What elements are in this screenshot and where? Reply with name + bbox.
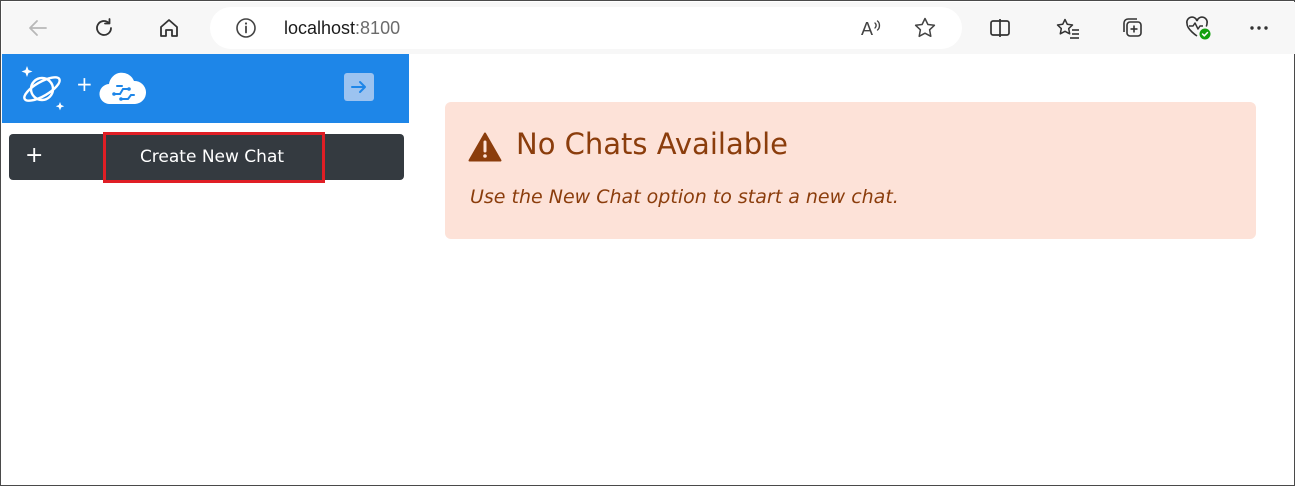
create-new-chat-button[interactable]: + Create New Chat [9, 134, 404, 180]
plus-icon: + [25, 143, 44, 168]
svg-text:A: A [861, 19, 873, 39]
browser-essentials-icon[interactable] [1180, 10, 1216, 46]
url-text[interactable]: localhost:8100 [284, 18, 400, 39]
logo-plus: + [76, 72, 93, 96]
collections-icon[interactable] [1115, 10, 1151, 46]
info-icon[interactable] [234, 16, 258, 45]
favorites-icon[interactable] [1050, 10, 1086, 46]
split-screen-icon[interactable] [982, 10, 1018, 46]
more-icon[interactable] [1241, 10, 1277, 46]
alert-title: No Chats Available [516, 127, 789, 161]
arrow-right-icon [351, 81, 366, 93]
refresh-icon[interactable] [86, 10, 122, 46]
planet-logo-icon [18, 62, 70, 119]
read-aloud-icon[interactable]: A [858, 15, 884, 46]
star-icon[interactable] [912, 15, 938, 46]
collapse-sidebar-button[interactable] [344, 73, 374, 101]
alert-message: Use the New Chat option to start a new c… [470, 186, 899, 208]
url-host: localhost [284, 18, 356, 38]
cloud-logo-icon [98, 70, 147, 113]
sidebar-header: + [2, 54, 409, 123]
browser-window: localhost:8100 A + + Create New Chat No … [0, 0, 1295, 486]
url-port: :8100 [355, 18, 401, 38]
create-new-chat-label: Create New Chat [139, 147, 285, 167]
home-icon[interactable] [151, 10, 187, 46]
address-bar[interactable]: localhost:8100 A [210, 7, 962, 49]
no-chats-alert: No Chats Available Use the New Chat opti… [445, 102, 1256, 239]
browser-toolbar: localhost:8100 A [2, 2, 1295, 54]
warning-icon [468, 132, 502, 167]
back-arrow-icon[interactable] [20, 10, 56, 46]
